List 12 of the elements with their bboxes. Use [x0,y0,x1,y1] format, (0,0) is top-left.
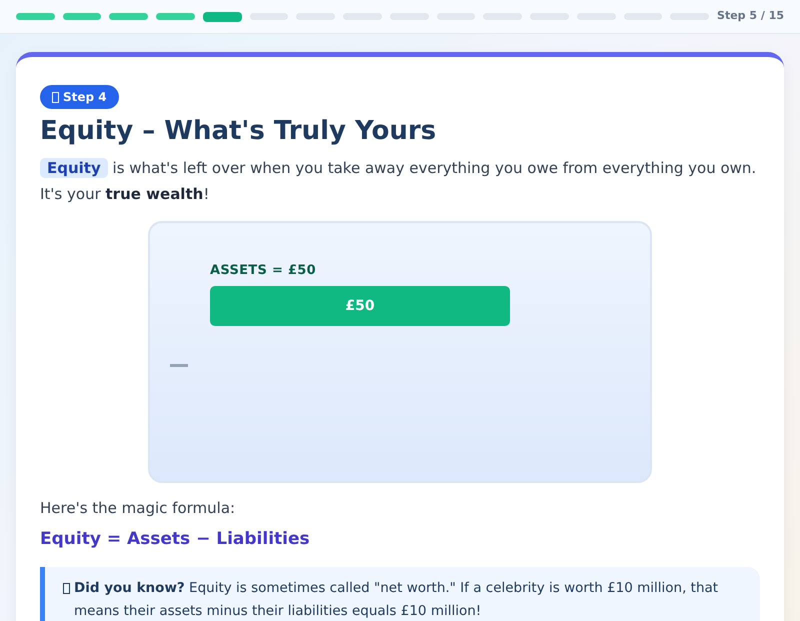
intro-paragraph: Equity is what's left over when you take away everything you owe from everything you own. It's your true wealth! [40,156,758,205]
missing-glyph-icon [52,92,59,102]
tip-text: Did you know? Equity is sometimes called "net worth." If a celebrity is worth £10 million, that means their assets minus their liabilities equals £10 million! [74,578,720,621]
assets-label: ASSETS = £50 [210,262,317,280]
step-counter: Step 5 / 15 [717,8,784,24]
formula-intro: Here's the magic formula: [40,498,236,519]
minus-icon [170,364,188,368]
assets-bar: £50 [210,286,510,326]
lesson-title: Equity – What's Truly Yours [40,116,438,147]
missing-glyph-icon [63,582,70,594]
formula-text: Equity = Assets − Liabilities [40,528,311,552]
step-badge: Step 4 [40,85,119,109]
